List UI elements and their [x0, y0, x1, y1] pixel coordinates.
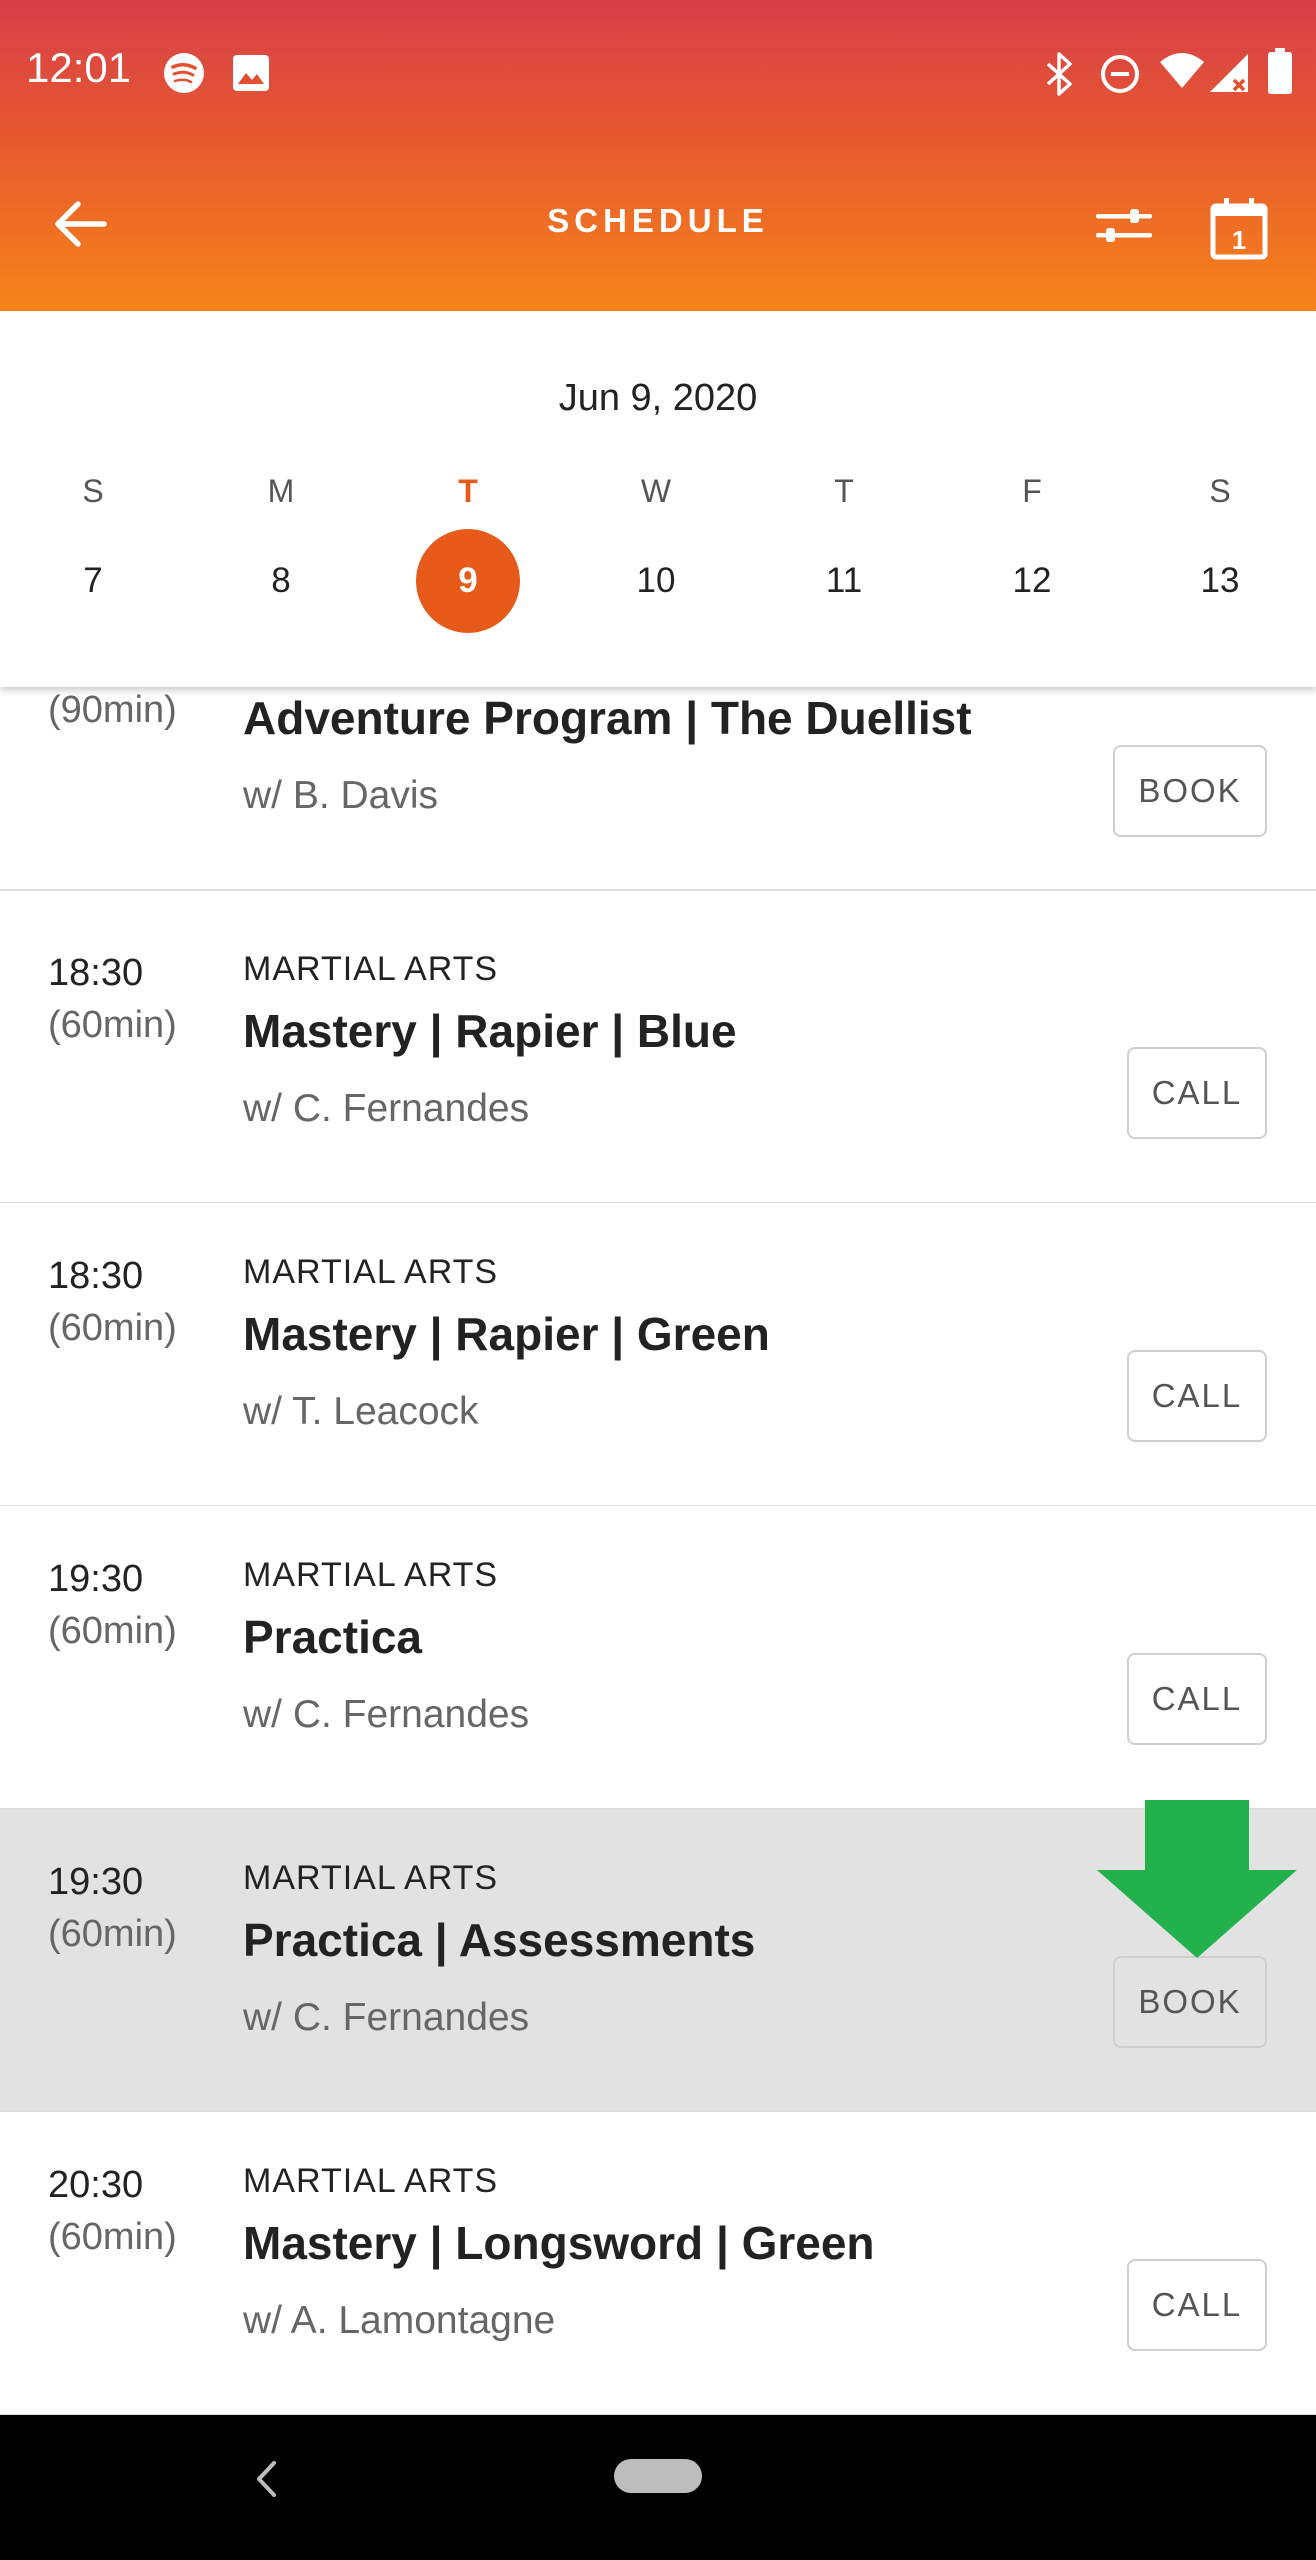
spotify-icon [164, 53, 204, 93]
class-category: MARTIAL ARTS [243, 1253, 499, 1291]
weekday-tue: T [458, 473, 478, 509]
day-9-selected[interactable]: 9 [416, 529, 520, 633]
class-time: 19:30 [48, 1558, 144, 1600]
class-duration: (60min) [48, 2216, 177, 2258]
image-icon [233, 55, 269, 91]
class-category: MARTIAL ARTS [243, 1556, 499, 1594]
status-time: 12:01 [26, 44, 132, 91]
class-time: 18:30 [48, 952, 144, 994]
class-duration: (60min) [48, 1004, 177, 1046]
class-title: Mastery | Longsword | Green [243, 2217, 875, 2269]
selected-date-label: Jun 9, 2020 [558, 377, 758, 419]
class-row[interactable]: 20:30 (60min) MARTIAL ARTS Mastery | Lon… [0, 2112, 1316, 2415]
class-instructor: w/ C. Fernandes [243, 1996, 530, 2039]
class-title: Adventure Program | The Duellist [243, 692, 972, 744]
weekday-wed: W [640, 473, 672, 509]
day-7[interactable]: 7 [41, 529, 145, 633]
class-title: Practica [243, 1611, 423, 1663]
class-instructor: w/ T. Leacock [243, 1390, 479, 1433]
class-title: Mastery | Rapier | Green [243, 1308, 770, 1360]
battery-icon [1268, 48, 1292, 94]
class-duration: (60min) [48, 1913, 177, 1955]
book-button[interactable]: BOOK [1113, 745, 1267, 837]
class-instructor: w/ C. Fernandes [243, 1087, 530, 1130]
class-instructor: w/ C. Fernandes [243, 1693, 530, 1736]
class-instructor: w/ A. Lamontagne [243, 2299, 556, 2342]
class-time: 18:30 [48, 1255, 144, 1297]
class-time: 20:30 [48, 2164, 144, 2206]
do-not-disturb-icon [1101, 55, 1139, 93]
class-row[interactable]: (90min) Adventure Program | The Duellist… [0, 687, 1316, 891]
day-13[interactable]: 13 [1168, 529, 1272, 633]
weekday-thu: T [834, 473, 854, 509]
class-duration: (60min) [48, 1610, 177, 1652]
bluetooth-icon [1046, 52, 1072, 96]
weekday-sat: S [1209, 473, 1231, 509]
class-category: MARTIAL ARTS [243, 1859, 499, 1897]
chevron-left-icon[interactable] [254, 2459, 278, 2499]
class-duration: (60min) [48, 1307, 177, 1349]
day-11[interactable]: 11 [792, 529, 896, 633]
signal-icon [1210, 54, 1248, 92]
arrow-down-icon [1097, 1800, 1297, 1958]
class-instructor: w/ B. Davis [243, 774, 439, 817]
header: 12:01 SCHEDULE 1 [0, 0, 1316, 311]
class-title: Mastery | Rapier | Blue [243, 1005, 737, 1057]
day-12[interactable]: 12 [980, 529, 1084, 633]
class-duration: (90min) [48, 689, 177, 731]
class-category: MARTIAL ARTS [243, 2162, 499, 2200]
date-picker: Jun 9, 2020 S M T W T F S 7 8 9 10 11 12… [0, 311, 1316, 687]
weekday-fri: F [1022, 473, 1042, 509]
call-button[interactable]: CALL [1127, 2259, 1267, 2351]
class-row[interactable]: 19:30 (60min) MARTIAL ARTS Practica w/ C… [0, 1506, 1316, 1810]
day-10[interactable]: 10 [604, 529, 708, 633]
navigation-bar [0, 2415, 1316, 2560]
status-bar: 12:01 [0, 0, 1316, 145]
class-row[interactable]: 18:30 (60min) MARTIAL ARTS Mastery | Rap… [0, 1203, 1316, 1507]
class-row[interactable]: 18:30 (60min) MARTIAL ARTS Mastery | Rap… [0, 900, 1316, 1204]
book-button[interactable]: BOOK [1113, 1956, 1267, 2048]
class-list: (90min) Adventure Program | The Duellist… [0, 687, 1316, 2415]
calendar-icon[interactable]: 1 [1210, 196, 1268, 260]
home-pill-icon[interactable] [614, 2459, 702, 2493]
weekday-sun: S [82, 473, 104, 509]
class-category: MARTIAL ARTS [243, 950, 499, 988]
calendar-day-number: 1 [1232, 225, 1246, 255]
class-time: 19:30 [48, 1861, 144, 1903]
day-8[interactable]: 8 [229, 529, 333, 633]
sliders-icon[interactable] [1094, 206, 1154, 246]
class-title: Practica | Assessments [243, 1914, 756, 1966]
call-button[interactable]: CALL [1127, 1350, 1267, 1442]
call-button[interactable]: CALL [1127, 1047, 1267, 1139]
weekday-mon: M [267, 473, 295, 509]
wifi-icon [1160, 53, 1204, 88]
call-button[interactable]: CALL [1127, 1653, 1267, 1745]
